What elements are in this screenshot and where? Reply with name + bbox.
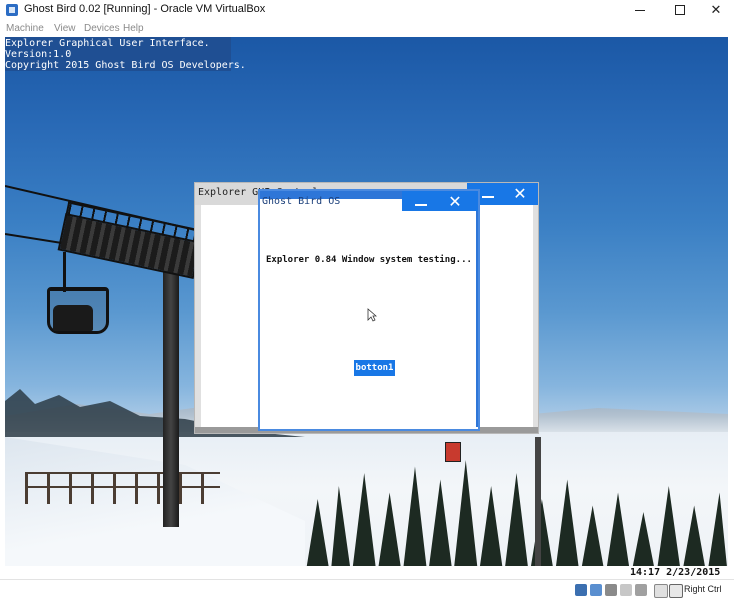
ghost-close-button[interactable]: ✕	[440, 191, 470, 211]
menu-help[interactable]: Help	[123, 23, 144, 34]
minimize-icon	[482, 196, 494, 198]
network-icon[interactable]	[620, 584, 632, 596]
host-key-label: Right Ctrl	[684, 584, 722, 594]
maximize-icon	[675, 5, 685, 15]
host-key-icon[interactable]	[669, 584, 683, 598]
ghost-title-bar[interactable]: Ghost Bird OS ✕	[260, 191, 478, 211]
botton1-button[interactable]: botton1	[354, 360, 395, 376]
menu-machine[interactable]: Machine	[6, 23, 44, 34]
fence	[25, 472, 220, 504]
ghost-minimize-button[interactable]	[406, 191, 436, 211]
shared-folders-icon[interactable]	[654, 584, 668, 598]
guest-screen[interactable]: Explorer Graphical User Interface. Versi…	[5, 37, 728, 566]
audio-icon[interactable]	[605, 584, 617, 596]
chairlift-riders	[53, 305, 93, 331]
explorer-close-button[interactable]: ✕	[505, 183, 535, 203]
right-frame	[728, 37, 734, 566]
minimize-icon	[415, 204, 427, 206]
virtualbox-app-icon	[6, 4, 18, 16]
ghost-right-border	[476, 211, 478, 427]
usb-icon[interactable]	[635, 584, 647, 596]
banner-line-1: Explorer Graphical User Interface.	[5, 38, 210, 49]
distant-gondola	[445, 442, 461, 462]
explorer-right-border	[533, 205, 538, 433]
hard-disk-icon[interactable]	[575, 584, 587, 596]
distant-lift-tower	[535, 437, 541, 566]
menu-devices[interactable]: Devices	[84, 23, 120, 34]
banner-line-3: Copyright 2015 Ghost Bird OS Developers.	[5, 60, 246, 71]
ghost-window-title: Ghost Bird OS	[262, 196, 341, 207]
close-icon: ✕	[710, 2, 722, 18]
window-title: Ghost Bird 0.02 [Running] - Oracle VM Vi…	[24, 3, 266, 15]
banner-line-2: Version:1.0	[5, 49, 72, 60]
explorer-left-border	[195, 205, 201, 433]
close-button[interactable]: ✕	[698, 0, 734, 20]
menu-view[interactable]: View	[54, 23, 76, 34]
vbox-title-bar: Ghost Bird 0.02 [Running] - Oracle VM Vi…	[0, 0, 734, 21]
vbox-menu-bar: Machine View Devices Help	[0, 20, 734, 37]
window-message: Explorer 0.84 Window system testing...	[266, 255, 472, 265]
optical-drive-icon[interactable]	[590, 584, 602, 596]
guest-clock: 14:17 2/23/2015	[630, 566, 728, 579]
ghost-window-controls: ✕	[402, 191, 478, 211]
lift-tower	[163, 237, 179, 527]
minimize-button[interactable]	[622, 0, 658, 20]
minimize-icon	[635, 9, 645, 11]
close-icon: ✕	[448, 191, 462, 211]
os-banner: Explorer Graphical User Interface. Versi…	[5, 37, 246, 71]
maximize-button[interactable]	[662, 0, 698, 20]
close-icon: ✕	[513, 183, 527, 203]
mouse-cursor-icon	[367, 308, 377, 322]
chair-hanger	[63, 252, 66, 292]
vbox-status-bar: Right Ctrl	[0, 579, 734, 601]
